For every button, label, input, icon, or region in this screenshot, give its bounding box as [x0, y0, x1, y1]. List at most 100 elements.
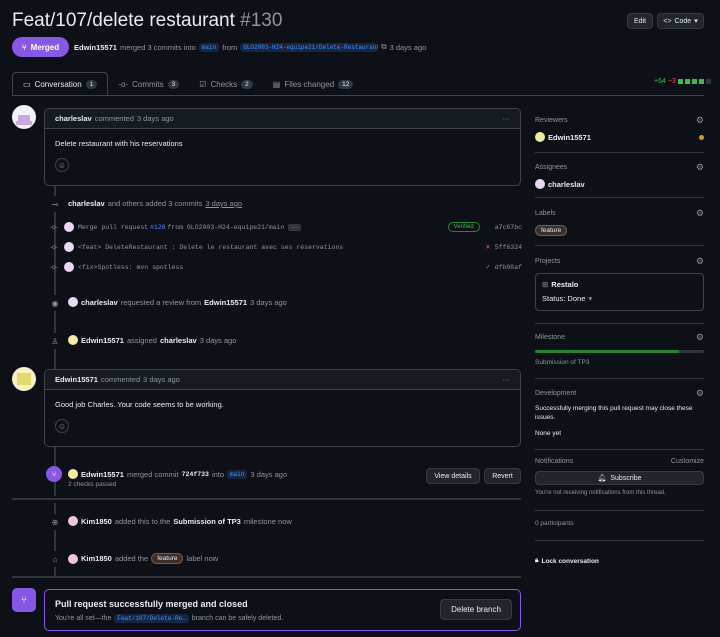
check-passed-icon[interactable]: ✓ — [485, 263, 490, 271]
code-button-label: Code — [674, 17, 692, 25]
merge-icon: ⑂ — [12, 588, 36, 612]
comment-time[interactable]: 3 days ago — [137, 114, 174, 123]
gear-icon[interactable]: ⚙ — [696, 115, 704, 126]
identicon — [17, 373, 31, 385]
commit-message-prefix[interactable]: Merge pull request — [78, 224, 148, 231]
verified-badge[interactable]: Verified — [447, 222, 480, 232]
event-author[interactable]: Edwin15571 — [81, 336, 124, 345]
gear-icon[interactable]: ⚙ — [696, 162, 704, 173]
edit-button[interactable]: Edit — [627, 13, 653, 29]
sidebar-labels: Labels ⚙ feature — [535, 208, 704, 236]
sidebar-divider — [535, 510, 704, 511]
tab-checks[interactable]: ☑ Checks 2 — [189, 72, 262, 96]
kebab-menu-icon[interactable]: ··· — [503, 375, 511, 384]
commit-message[interactable]: <fix>Spotless: mvn spotless — [78, 264, 183, 271]
commit-sha[interactable]: dfb08af — [495, 264, 522, 271]
kebab-menu-icon[interactable]: ··· — [503, 114, 511, 123]
add-reaction-icon[interactable]: ☺ — [55, 419, 69, 433]
reviewer-name[interactable]: Edwin15571 — [548, 133, 591, 142]
milestone-event: Kim1850 added this to the Submission of … — [68, 516, 292, 526]
comment-time[interactable]: 3 days ago — [143, 375, 180, 384]
event-author[interactable]: Edwin15571 — [81, 470, 124, 479]
sidebar-development: Development ⚙ Successfully merging this p… — [535, 388, 704, 437]
milestone-name[interactable]: Submission of TP3 — [535, 359, 704, 366]
tab-commits-label: Commits — [132, 79, 164, 89]
copy-icon[interactable]: ⧉ — [381, 42, 386, 52]
event-text: assigned — [126, 335, 157, 345]
sidebar-title: Reviewers — [535, 117, 568, 124]
event-author[interactable]: Kim1850 — [81, 554, 112, 563]
event-author[interactable]: charleslav — [81, 298, 118, 307]
event-time[interactable]: 3 days ago — [200, 336, 237, 345]
event-into: into — [211, 469, 225, 479]
head-branch[interactable]: Feat/107/Delete-Re… — [114, 614, 189, 623]
base-branch[interactable]: main — [227, 469, 248, 479]
head-branch[interactable]: GLO2003-H24-equipe21/Delete-Restaurant-W… — [240, 42, 379, 52]
code-button[interactable]: <> Code ▾ — [657, 13, 704, 29]
event-time[interactable]: 3 days ago — [250, 298, 287, 307]
assignee-name[interactable]: charleslav — [548, 180, 585, 189]
avatar — [535, 132, 545, 142]
milestone-progress-fill — [535, 350, 679, 353]
pr-author-link[interactable]: Edwin15571 — [74, 43, 117, 52]
checks-passed[interactable]: 2 checks passed — [68, 481, 116, 488]
comment-author[interactable]: charleslav — [55, 114, 92, 123]
avatar — [63, 262, 74, 272]
commit-message[interactable]: <feat> DeleteRestaurant : Delete le rest… — [78, 244, 343, 251]
gear-icon[interactable]: ⚙ — [696, 256, 704, 267]
gear-icon[interactable]: ⚙ — [696, 208, 704, 219]
sidebar-milestone: Milestone ⚙ Submission of TP3 — [535, 332, 704, 366]
commit-message-suffix[interactable]: from GLO2003-H24-equipe21/main — [167, 224, 284, 231]
delete-branch-button[interactable]: Delete branch — [440, 599, 512, 620]
add-reaction-icon[interactable]: ☺ — [55, 158, 69, 172]
tab-commits[interactable]: -o- Commits 3 — [108, 72, 189, 96]
gear-icon[interactable]: ⚙ — [696, 332, 704, 343]
base-branch[interactable]: main — [198, 42, 220, 52]
chevron-down-icon[interactable]: ▾ — [588, 294, 592, 303]
event-time[interactable]: 3 days ago — [205, 199, 242, 208]
commit-pr-link[interactable]: #128 — [150, 224, 166, 231]
event-author[interactable]: charleslav — [68, 199, 105, 208]
sidebar-divider — [535, 540, 704, 541]
event-milestone[interactable]: Submission of TP3 — [173, 517, 241, 526]
event-time[interactable]: 3 days ago — [250, 470, 287, 479]
commit-sha[interactable]: a7c67bc — [495, 224, 522, 231]
comment-header: Edwin15571 commented 3 days ago ··· — [45, 370, 520, 390]
avatar-edwin15571[interactable] — [12, 367, 36, 391]
table-icon: ⊞ — [542, 280, 549, 289]
project-name[interactable]: Restalo — [551, 280, 578, 289]
sidebar-title: Milestone — [535, 334, 565, 341]
check-failed-icon[interactable]: ✕ — [485, 243, 490, 251]
customize-link[interactable]: Customize — [671, 458, 704, 465]
event-text: added the — [114, 554, 149, 563]
merged-suffix: branch can be safely deleted. — [191, 615, 284, 622]
event-target[interactable]: charleslav — [160, 336, 197, 345]
pr-number: #130 — [240, 10, 283, 31]
diffstat-box — [698, 79, 704, 84]
pending-review-icon — [699, 134, 704, 140]
merge-icon: ⑂ — [46, 466, 62, 482]
subscribe-button[interactable]: 🔔︎ Subscribe — [535, 471, 704, 485]
view-details-button[interactable]: View details — [426, 468, 480, 484]
event-target[interactable]: Edwin15571 — [204, 298, 247, 307]
commit-dot-icon: -o- — [50, 243, 58, 251]
event-text: added this to the — [114, 516, 171, 526]
label-feature[interactable]: feature — [151, 553, 184, 564]
avatar-charleslav[interactable] — [12, 105, 36, 129]
diffstat-deletions: −3 — [667, 78, 676, 85]
expand-commit-icon[interactable]: ··· — [288, 223, 301, 231]
gear-icon[interactable]: ⚙ — [696, 388, 704, 399]
lock-conversation[interactable]: 🔒︎ Lock conversation — [535, 557, 704, 565]
commit-sha[interactable]: 5ff6324 — [495, 244, 522, 251]
project-status[interactable]: Status: Done — [542, 294, 585, 303]
avatar — [535, 179, 545, 189]
tab-files-changed[interactable]: ▤ Files changed 12 — [263, 72, 364, 96]
tab-checks-count: 2 — [241, 79, 253, 89]
revert-button[interactable]: Revert — [484, 468, 521, 484]
merge-commit-sha[interactable]: 724f733 — [182, 471, 209, 478]
tab-conversation[interactable]: ▭ Conversation 1 — [12, 72, 109, 96]
comment-author[interactable]: Edwin15571 — [55, 375, 98, 384]
event-author[interactable]: Kim1850 — [81, 517, 112, 526]
lock-label: Lock conversation — [541, 557, 599, 565]
label-feature[interactable]: feature — [535, 225, 568, 236]
